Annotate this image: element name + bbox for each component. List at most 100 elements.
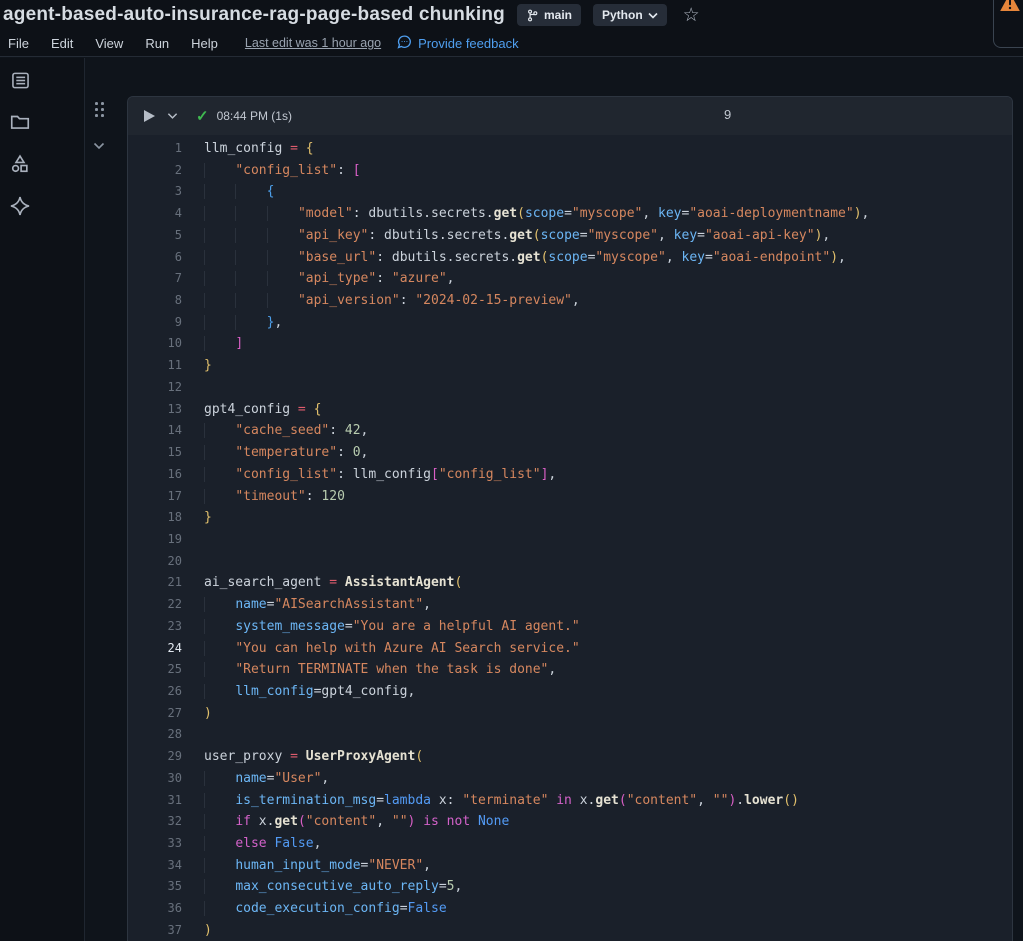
code-line[interactable]: 14 "cache_seed": 42, — [128, 420, 1012, 442]
line-number: 17 — [167, 488, 182, 503]
code-line[interactable]: 15 "temperature": 0, — [128, 442, 1012, 464]
line-number: 33 — [167, 836, 182, 850]
cell-header: ✓ 08:44 PM (1s) 9 — [128, 97, 1012, 135]
menu-bar: File Edit View Run Help Last edit was 1 … — [0, 30, 1023, 56]
line-number: 22 — [167, 597, 182, 612]
code-line[interactable]: 35 max_consecutive_auto_reply=5, — [128, 876, 1012, 898]
line-number: 16 — [167, 466, 182, 481]
line-number: 37 — [167, 922, 182, 937]
code-line[interactable]: 12 — [128, 377, 1012, 399]
branch-icon — [526, 9, 539, 22]
code-line[interactable]: 29 user_proxy = UserProxyAgent( — [128, 746, 1012, 768]
code-cell: ✓ 08:44 PM (1s) 9 1 llm_config = {2 "conf… — [127, 96, 1013, 941]
run-play-icon[interactable] — [144, 110, 155, 122]
code-line[interactable]: 13 gpt4_config = { — [128, 399, 1012, 421]
star-icon[interactable]: ☆ — [683, 6, 700, 25]
code-line[interactable]: 23 system_message="You are a helpful AI … — [128, 616, 1012, 638]
code-line[interactable]: 27) — [128, 703, 1012, 725]
line-number: 1 — [174, 141, 182, 155]
code-line[interactable]: 26 llm_config=gpt4_config, — [128, 681, 1012, 703]
notebook-canvas: ✓ 08:44 PM (1s) 9 1 llm_config = {2 "conf… — [86, 58, 1023, 941]
drag-handle-icon[interactable] — [95, 102, 104, 118]
branch-badge[interactable]: main — [516, 4, 581, 26]
line-number: 26 — [167, 683, 182, 698]
code-line[interactable]: 6 "base_url": dbutils.secrets.get(scope=… — [128, 247, 1012, 269]
line-number: 13 — [167, 401, 182, 416]
code-line[interactable]: 2 "config_list": [ — [128, 160, 1012, 182]
title-row: agent-based-auto-insurance-rag-page-base… — [0, 0, 1023, 30]
code-line[interactable]: 4 "model": dbutils.secrets.get(scope="my… — [128, 203, 1012, 225]
line-number: 7 — [174, 271, 182, 286]
line-number: 25 — [167, 662, 182, 677]
code-line[interactable]: 31 is_termination_msg=lambda x: "termina… — [128, 790, 1012, 812]
provide-feedback-label: Provide feedback — [418, 35, 519, 51]
line-number: 20 — [167, 553, 182, 568]
success-check-icon: ✓ — [196, 108, 209, 125]
code-line[interactable]: 9 }, — [128, 312, 1012, 334]
code-line[interactable]: 20 — [128, 551, 1012, 573]
provide-feedback-link[interactable]: Provide feedback — [397, 34, 519, 52]
left-sidebar — [0, 58, 85, 941]
code-line[interactable]: 34 human_input_mode="NEVER", — [128, 855, 1012, 877]
speech-bubble-icon — [397, 34, 412, 52]
menu-item-file[interactable]: File — [4, 36, 40, 51]
table-of-contents-icon[interactable] — [2, 62, 38, 98]
notification-panel[interactable] — [993, 0, 1023, 48]
code-line[interactable]: 10 ] — [128, 333, 1012, 355]
line-number: 23 — [167, 618, 182, 633]
branch-name: main — [543, 8, 572, 22]
line-number: 30 — [167, 770, 182, 785]
line-number: 12 — [167, 379, 182, 394]
code-line[interactable]: 11} — [128, 355, 1012, 377]
line-number: 34 — [167, 857, 182, 872]
line-number: 3 — [174, 184, 182, 199]
code-line[interactable]: 24 "You can help with Azure AI Search se… — [128, 638, 1012, 660]
line-number: 35 — [167, 879, 182, 894]
language-selector[interactable]: Python — [592, 4, 667, 26]
code-line[interactable]: 18} — [128, 507, 1012, 529]
code-line[interactable]: 8 "api_version": "2024-02-15-preview", — [128, 290, 1012, 312]
code-line[interactable]: 1 llm_config = { — [128, 138, 1012, 160]
code-line[interactable]: 19 — [128, 529, 1012, 551]
line-number: 21 — [167, 575, 182, 590]
assistant-sparkle-icon[interactable] — [2, 188, 38, 224]
workspace-shapes-icon[interactable] — [2, 146, 38, 182]
line-number: 15 — [167, 445, 182, 460]
line-number: 29 — [167, 749, 182, 764]
code-line[interactable]: 37) — [128, 920, 1012, 941]
menu-item-view[interactable]: View — [84, 36, 134, 51]
code-line[interactable]: 33 else False, — [128, 833, 1012, 855]
line-number: 18 — [167, 510, 182, 525]
warning-triangle-icon — [1000, 0, 1020, 16]
collapse-chevron-icon[interactable] — [93, 137, 122, 155]
code-line[interactable]: 17 "timeout": 120 — [128, 486, 1012, 508]
line-number: 36 — [167, 901, 182, 916]
code-line[interactable]: 32 if x.get("content", "") is not None — [128, 811, 1012, 833]
cell-gutter — [92, 102, 122, 155]
line-number: 14 — [167, 423, 182, 438]
menu-item-edit[interactable]: Edit — [40, 36, 84, 51]
code-line[interactable]: 25 "Return TERMINATE when the task is do… — [128, 659, 1012, 681]
code-line[interactable]: 28 — [128, 724, 1012, 746]
code-line[interactable]: 7 "api_type": "azure", — [128, 268, 1012, 290]
run-options-chevron-icon[interactable] — [167, 107, 178, 125]
folder-icon[interactable] — [2, 104, 38, 140]
last-run-time: 08:44 PM (1s) — [216, 109, 292, 123]
line-number: 19 — [167, 531, 182, 546]
code-line[interactable]: 21 ai_search_agent = AssistantAgent( — [128, 572, 1012, 594]
code-line[interactable]: 36 code_execution_config=False — [128, 898, 1012, 920]
code-lines[interactable]: 1 llm_config = {2 "config_list": [3 {4 "m… — [128, 135, 1012, 941]
menu-item-run[interactable]: Run — [134, 36, 180, 51]
line-number: 5 — [174, 227, 182, 242]
line-number: 28 — [167, 727, 182, 742]
code-line[interactable]: 30 name="User", — [128, 768, 1012, 790]
code-line[interactable]: 16 "config_list": llm_config["config_lis… — [128, 464, 1012, 486]
menu-item-help[interactable]: Help — [180, 36, 229, 51]
code-line[interactable]: 5 "api_key": dbutils.secrets.get(scope="… — [128, 225, 1012, 247]
code-line[interactable]: 22 name="AISearchAssistant", — [128, 594, 1012, 616]
line-number: 10 — [167, 336, 182, 351]
line-number: 6 — [174, 249, 182, 264]
last-edit-link[interactable]: Last edit was 1 hour ago — [245, 36, 381, 50]
code-line[interactable]: 3 { — [128, 181, 1012, 203]
line-number: 32 — [167, 814, 182, 829]
